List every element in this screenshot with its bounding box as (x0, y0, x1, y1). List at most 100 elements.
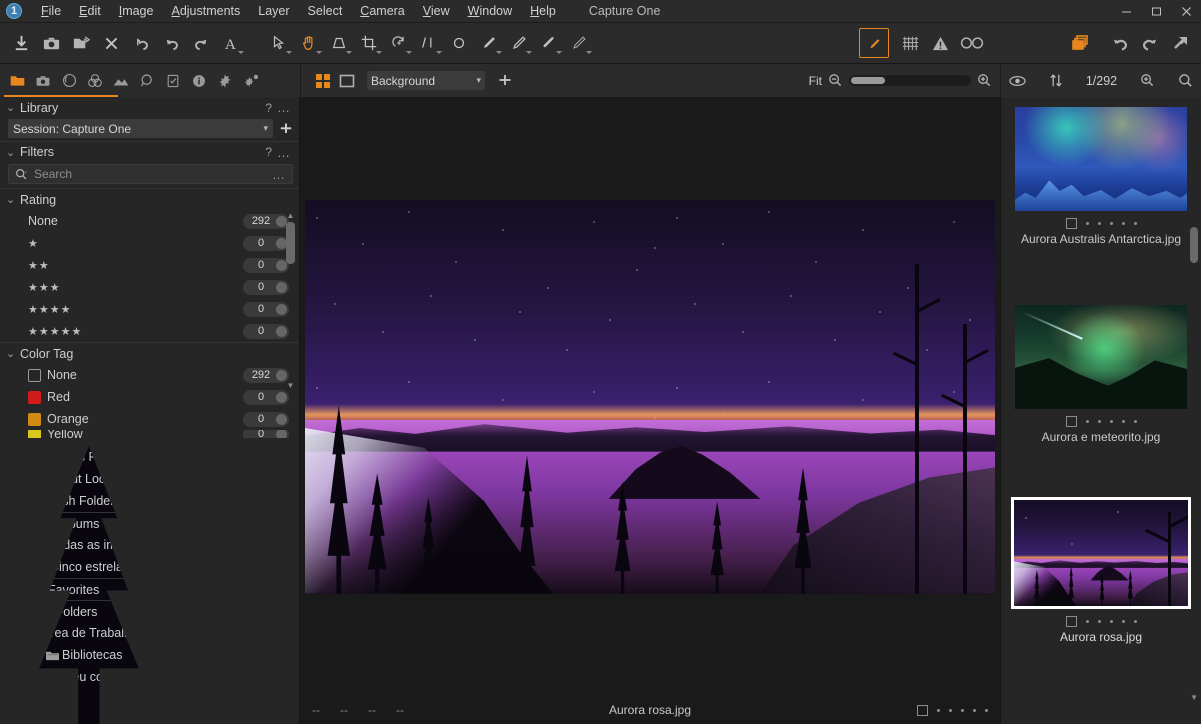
pan-tool-icon[interactable] (294, 28, 324, 58)
rating-dot[interactable] (937, 708, 940, 712)
menu-image[interactable]: Image (110, 1, 163, 21)
grid-view-icon[interactable] (311, 69, 335, 93)
background-select[interactable]: Background ▾ (367, 71, 485, 90)
erase-mask-tool-icon[interactable] (504, 28, 534, 58)
rating-dot[interactable] (1109, 420, 1113, 423)
rating-dot[interactable] (1085, 420, 1089, 423)
add-viewer-icon[interactable] (493, 69, 517, 93)
crop-tool-icon[interactable] (354, 28, 384, 58)
rating-dot[interactable] (1133, 222, 1137, 225)
keystone-tool-icon[interactable] (324, 28, 354, 58)
rating-dot[interactable] (1085, 222, 1089, 225)
filters-help-icon[interactable]: ? (260, 145, 277, 159)
rotate-left-icon[interactable] (1105, 28, 1135, 58)
single-view-icon[interactable] (335, 69, 359, 93)
filter-colortag-red[interactable]: Red 0 (0, 386, 299, 408)
zoom-out-icon[interactable] (828, 73, 843, 88)
filter-count-pill[interactable]: 0 (243, 430, 289, 438)
main-photo[interactable] (305, 199, 995, 594)
rating-dot[interactable] (1109, 222, 1113, 225)
add-session-button[interactable] (279, 122, 295, 136)
image-browser[interactable]: Aurora Australis Antarctica.jpg Aurora e… (1000, 97, 1201, 724)
color-tag-checkbox[interactable] (1065, 218, 1077, 229)
rating-dot[interactable] (949, 708, 952, 712)
sidebar-item-color[interactable] (82, 68, 108, 94)
filter-colortag-none[interactable]: None 292 (0, 364, 299, 386)
menu-camera[interactable]: Camera (351, 1, 413, 21)
filters-scroll-thumb[interactable] (286, 222, 295, 264)
filter-rating-2[interactable]: ★★ 0 (0, 254, 299, 276)
import-images-icon[interactable] (6, 28, 36, 58)
filter-toggle-knob[interactable] (276, 391, 287, 403)
search-options-icon[interactable]: … (272, 167, 286, 182)
zoom-in-icon[interactable] (977, 73, 992, 88)
draw-mask-tool-icon[interactable] (474, 28, 504, 58)
library-menu-icon[interactable]: … (277, 100, 291, 115)
rating-dot[interactable] (1097, 222, 1101, 225)
redo-icon[interactable] (186, 28, 216, 58)
open-folder-icon[interactable] (66, 28, 96, 58)
rotate-right-icon[interactable] (1135, 28, 1165, 58)
rating-dot[interactable] (985, 708, 988, 712)
thumbnail-image[interactable] (1015, 305, 1187, 409)
menu-file[interactable]: File (32, 1, 70, 21)
capture-camera-icon[interactable] (36, 28, 66, 58)
scroll-down-arrow[interactable]: ▼ (286, 382, 295, 390)
menu-help[interactable]: Help (521, 1, 565, 21)
rating-dot[interactable] (1121, 420, 1125, 423)
thumbnail-rating-control[interactable] (1065, 616, 1137, 627)
filter-toggle-knob[interactable] (276, 413, 287, 425)
search-icon[interactable] (1178, 73, 1193, 88)
undo-all-icon[interactable] (126, 28, 156, 58)
sidebar-item-adjustments[interactable] (160, 68, 186, 94)
filters-panel-header[interactable]: ⌄ Filters ? … (0, 141, 299, 162)
thumbnail-image[interactable] (1011, 497, 1191, 609)
maximize-button[interactable] (1141, 0, 1171, 23)
browser-thumbnail-2[interactable]: Aurora rosa.jpg (1001, 444, 1201, 644)
visibility-icon[interactable] (1009, 75, 1026, 87)
focus-mask-icon[interactable] (955, 28, 989, 58)
chevron-down-icon[interactable]: ⌄ (6, 101, 20, 114)
zoom-fit-label[interactable]: Fit (809, 74, 822, 88)
pointer-tool-icon[interactable] (264, 28, 294, 58)
filter-count-pill[interactable]: 0 (243, 389, 289, 405)
browser-scroll-down-arrow[interactable]: ▼ (1190, 693, 1198, 702)
chevron-down-icon[interactable]: ⌄ (6, 347, 20, 360)
color-tag-checkbox[interactable] (1065, 616, 1077, 627)
sidebar-item-lens[interactable] (56, 68, 82, 94)
browser-thumbnail-0[interactable]: Aurora Australis Antarctica.jpg (1001, 97, 1201, 246)
filters-scrollbar[interactable]: ▲ ▼ (286, 212, 295, 390)
menu-select[interactable]: Select (299, 1, 352, 21)
gradient-mask-tool-icon[interactable] (534, 28, 564, 58)
browser-scroll-thumb[interactable] (1190, 227, 1198, 263)
sidebar-item-details[interactable] (134, 68, 160, 94)
filter-rating-1[interactable]: ★ 0 (0, 232, 299, 254)
menu-view[interactable]: View (414, 1, 459, 21)
filter-count-pill[interactable]: 0 (243, 323, 289, 339)
filter-colortag-orange[interactable]: Orange 0 (0, 408, 299, 430)
annotation-tool-icon[interactable] (859, 28, 889, 58)
filter-count-pill[interactable]: 292 (243, 213, 289, 229)
filter-toggle-knob[interactable] (276, 430, 287, 438)
minimize-button[interactable] (1111, 0, 1141, 23)
rating-dot[interactable] (973, 708, 976, 712)
filter-count-pill[interactable]: 0 (243, 235, 289, 251)
rating-dot[interactable] (1121, 620, 1125, 623)
filter-count-pill[interactable]: 0 (243, 411, 289, 427)
chevron-down-icon[interactable]: ⌄ (6, 146, 20, 159)
library-help-icon[interactable]: ? (260, 101, 277, 115)
filter-group-color-tag[interactable]: ⌄ Color Tag (0, 342, 299, 364)
close-button[interactable] (1171, 0, 1201, 23)
filter-rating-5[interactable]: ★★★★★ 0 (0, 320, 299, 342)
sidebar-item-library[interactable] (4, 68, 30, 94)
library-panel-header[interactable]: ⌄ Library ? … (0, 97, 299, 118)
zoom-slider-knob[interactable] (851, 77, 885, 84)
rating-dot[interactable] (1133, 620, 1137, 623)
undo-icon[interactable] (156, 28, 186, 58)
heal-brush-tool-icon[interactable] (564, 28, 594, 58)
sidebar-item-output[interactable] (212, 68, 238, 94)
menu-edit[interactable]: Edit (70, 1, 110, 21)
chevron-down-icon[interactable]: ⌄ (6, 193, 20, 206)
sidebar-item-exposure[interactable] (108, 68, 134, 94)
filter-count-pill[interactable]: 0 (243, 279, 289, 295)
